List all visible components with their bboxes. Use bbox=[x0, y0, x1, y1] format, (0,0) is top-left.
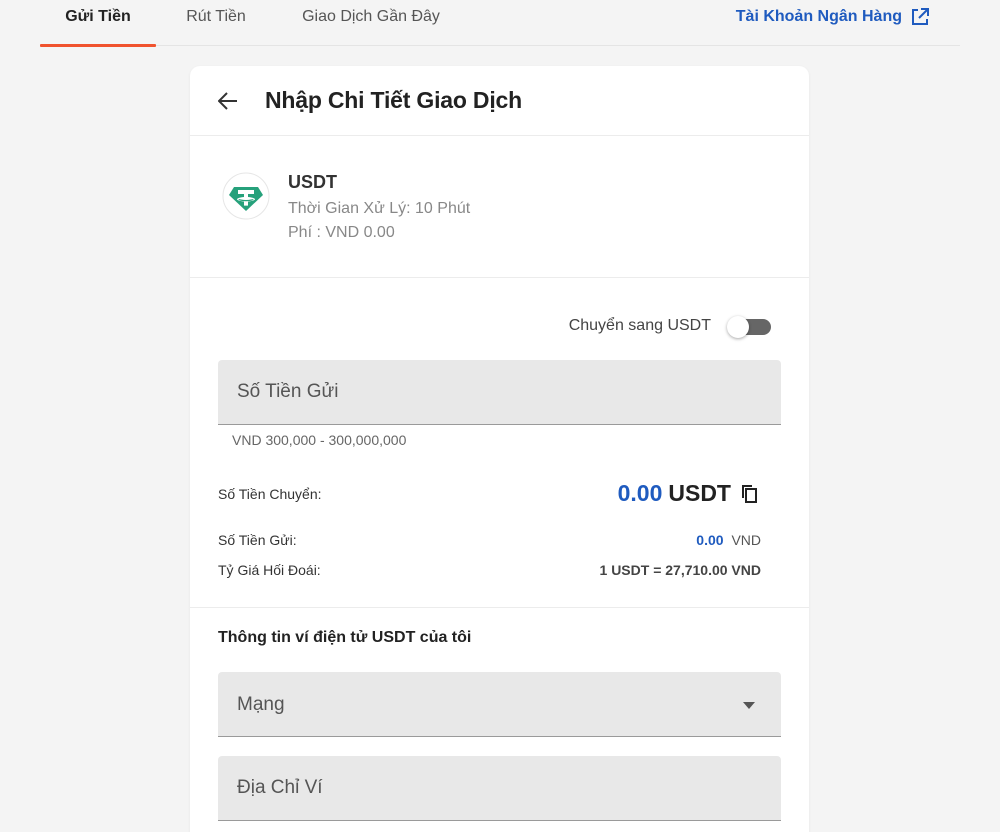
deposit-amount-field[interactable] bbox=[218, 360, 781, 425]
processing-time: Thời Gian Xử Lý: 10 Phút bbox=[288, 200, 471, 217]
bank-account-link-label: Tài Khoản Ngân Hàng bbox=[735, 8, 902, 25]
exchange-rate-label: Tỷ Giá Hối Đoái: bbox=[218, 562, 321, 578]
wallet-address-input[interactable] bbox=[218, 756, 781, 820]
arrow-left-icon[interactable] bbox=[218, 90, 240, 112]
tab-recent-transactions[interactable]: Giao Dịch Gần Đây bbox=[286, 0, 456, 46]
top-tab-bar: Gửi Tiền Rút Tiền Giao Dịch Gần Đây Tài … bbox=[40, 0, 960, 47]
wallet-section-title: Thông tin ví điện tử USDT của tôi bbox=[218, 629, 472, 646]
convert-to-usdt-toggle[interactable] bbox=[727, 316, 771, 338]
caret-down-icon bbox=[743, 702, 755, 709]
coin-info: USDT Thời Gian Xử Lý: 10 Phút Phí : VND … bbox=[190, 136, 809, 278]
transfer-amount-row: Số Tiền Chuyển: 0.00 USDT bbox=[218, 480, 761, 507]
transfer-amount-number: 0.00 bbox=[617, 480, 663, 506]
bank-account-link[interactable]: Tài Khoản Ngân Hàng bbox=[736, 0, 930, 34]
deposit-form: Chuyển sang USDT VND 300,000 - 300,000,0… bbox=[190, 278, 809, 608]
card-header: Nhập Chi Tiết Giao Dịch bbox=[190, 66, 809, 136]
exchange-rate-row: Tỷ Giá Hối Đoái: 1 USDT = 27,710.00 VND bbox=[218, 562, 761, 578]
transfer-amount-label: Số Tiền Chuyển: bbox=[218, 485, 322, 502]
convert-toggle-label: Chuyển sang USDT bbox=[568, 317, 711, 334]
tether-logo-icon bbox=[222, 172, 270, 220]
transfer-amount-value: 0.00 USDT bbox=[618, 480, 761, 507]
wallet-address-field[interactable] bbox=[218, 756, 781, 821]
transaction-details-card: Nhập Chi Tiết Giao Dịch USDT Thời Gian X… bbox=[190, 66, 809, 832]
deposit-amount-number: 0.00 bbox=[696, 532, 724, 548]
deposit-amount-label: Số Tiền Gửi: bbox=[218, 532, 297, 548]
toggle-knob bbox=[727, 316, 749, 338]
deposit-amount-unit: VND bbox=[731, 532, 761, 548]
transfer-amount-unit: USDT bbox=[668, 480, 731, 506]
coin-name: USDT bbox=[288, 172, 337, 192]
page-title: Nhập Chi Tiết Giao Dịch bbox=[265, 87, 522, 113]
tab-deposit[interactable]: Gửi Tiền bbox=[40, 0, 156, 47]
copy-icon[interactable] bbox=[741, 484, 761, 504]
fee-text: Phí : VND 0.00 bbox=[288, 224, 395, 241]
external-link-icon bbox=[910, 7, 930, 27]
network-placeholder: Mạng bbox=[237, 694, 285, 715]
tab-withdraw[interactable]: Rút Tiền bbox=[168, 0, 264, 46]
deposit-amount-value: 0.00 VND bbox=[696, 532, 761, 548]
convert-toggle-row: Chuyển sang USDT bbox=[568, 316, 771, 338]
amount-range-helper: VND 300,000 - 300,000,000 bbox=[232, 432, 407, 448]
deposit-amount-input[interactable] bbox=[218, 360, 781, 424]
exchange-rate-value: 1 USDT = 27,710.00 VND bbox=[599, 562, 761, 578]
deposit-amount-row: Số Tiền Gửi: 0.00 VND bbox=[218, 532, 761, 548]
network-select[interactable]: Mạng bbox=[218, 672, 781, 737]
